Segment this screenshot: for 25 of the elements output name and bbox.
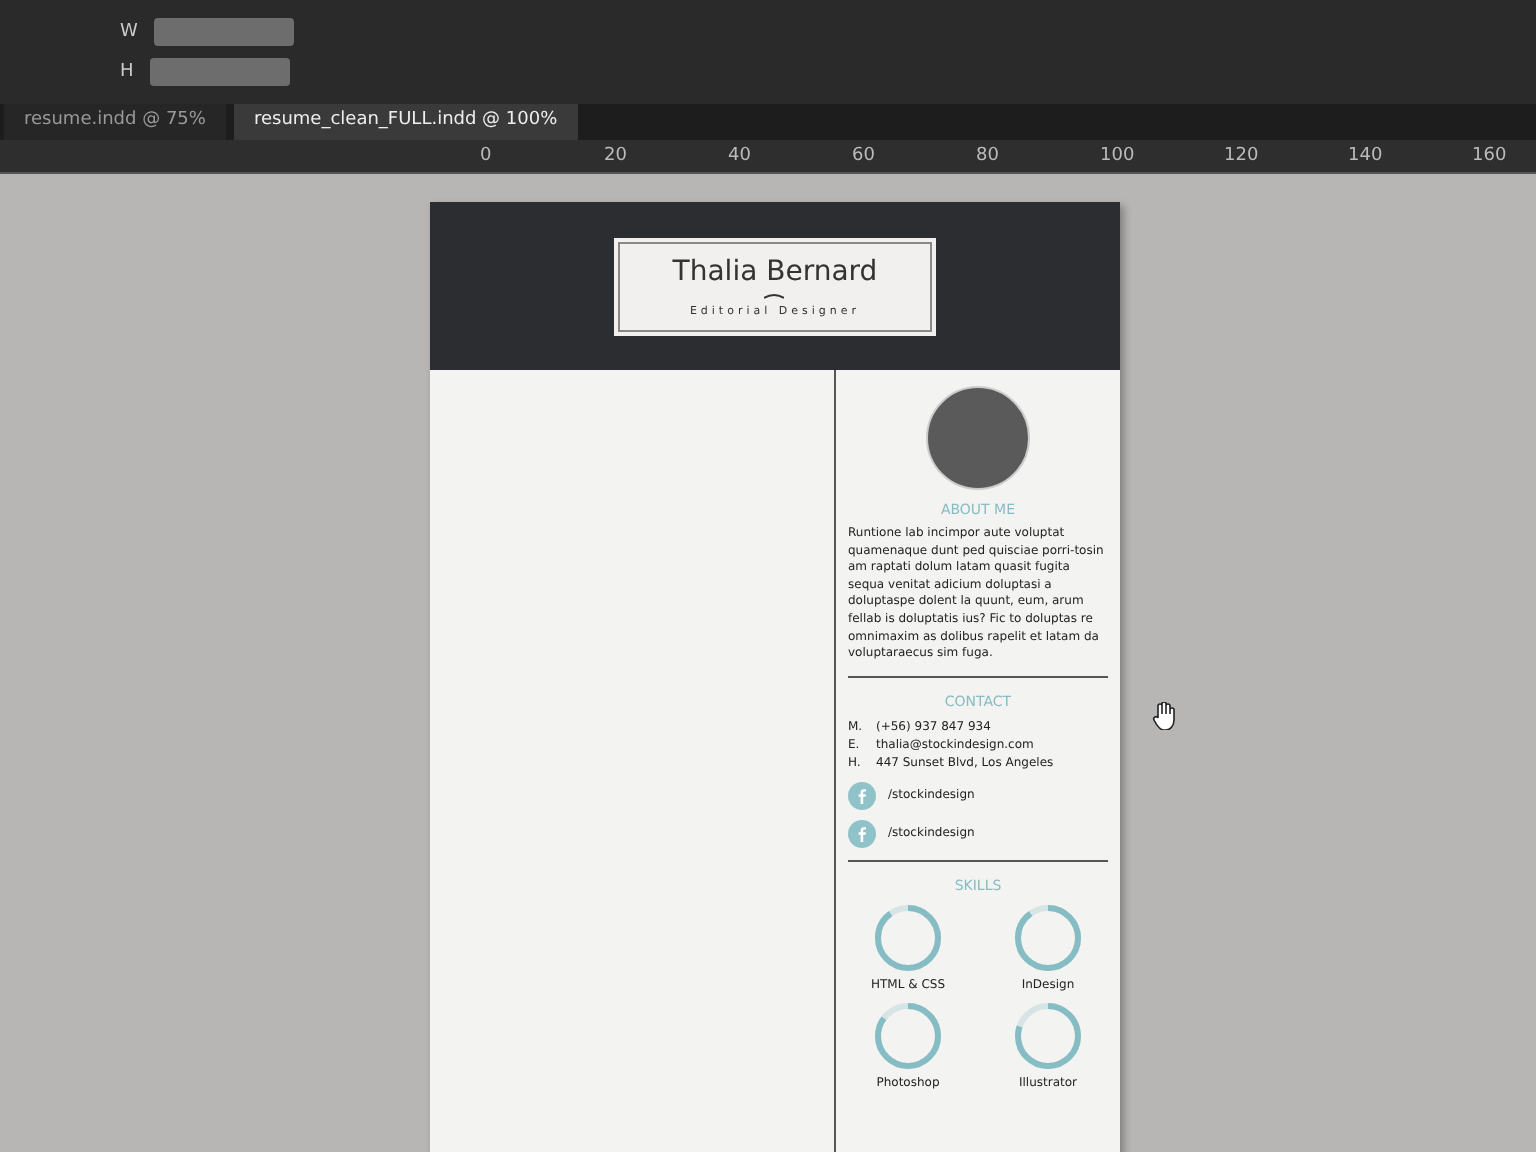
field-label: H xyxy=(120,62,134,82)
ruler-label: 0 xyxy=(480,146,494,166)
skill-ring xyxy=(1012,901,1084,974)
ruler-label: 100 xyxy=(1100,146,1137,166)
field-label: W xyxy=(120,22,138,42)
avatar-placeholder xyxy=(926,386,1030,490)
social-icon[interactable] xyxy=(848,781,876,810)
hand-cursor-icon xyxy=(1152,702,1176,730)
ruler-label: 60 xyxy=(852,146,877,166)
ruler-label: 40 xyxy=(728,146,753,166)
ruler-label: 140 xyxy=(1348,146,1385,166)
document-tab[interactable]: resume_clean_FULL.indd @ 100% xyxy=(233,104,578,140)
ruler-label: 20 xyxy=(604,146,629,166)
skill-ring xyxy=(872,999,944,1072)
ruler-label: 120 xyxy=(1224,146,1261,166)
document-tab[interactable]: resume.indd @ 75% xyxy=(4,104,226,140)
skill-ring xyxy=(1012,999,1084,1072)
ornament-icon xyxy=(764,291,785,299)
input-field[interactable] xyxy=(149,58,290,86)
name-title: Thalia Bernard xyxy=(672,255,878,287)
ruler-label: 80 xyxy=(976,146,1001,166)
skill-ring xyxy=(872,901,944,974)
social-icon[interactable] xyxy=(848,819,876,848)
input-field[interactable] xyxy=(153,18,294,46)
ruler-label: 160 xyxy=(1472,146,1509,166)
